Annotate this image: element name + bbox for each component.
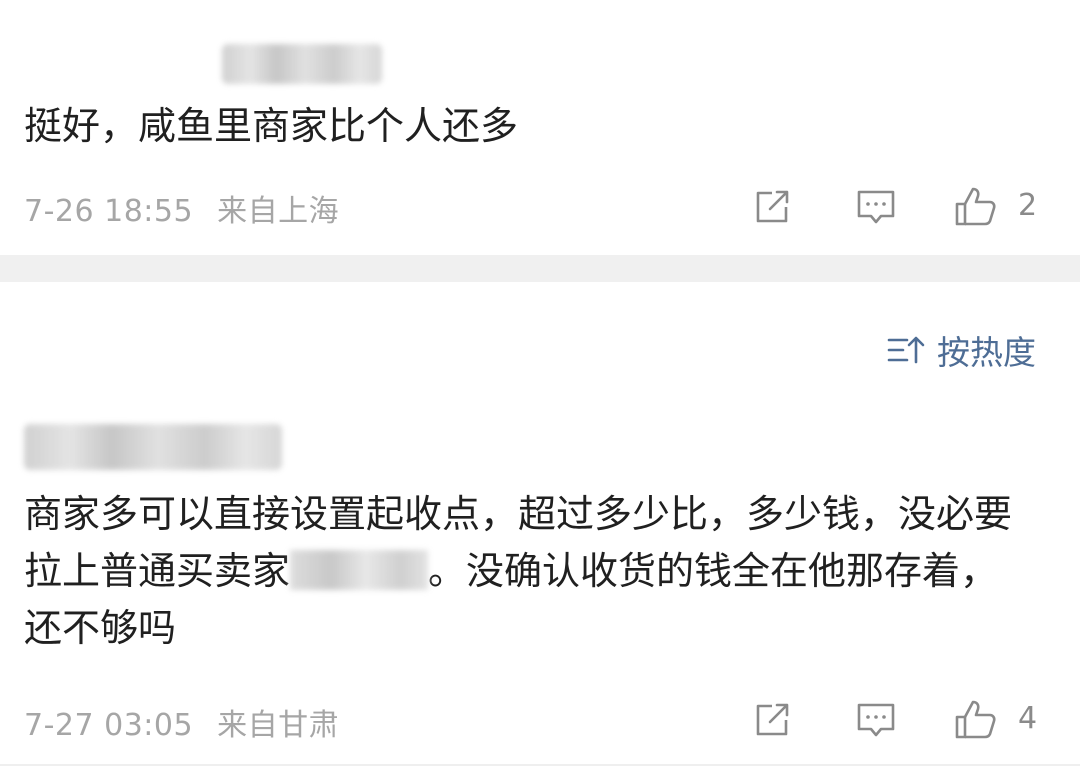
reply-icon — [857, 703, 895, 737]
redacted-text — [290, 550, 429, 590]
comment-location: 来自甘肃 — [217, 708, 340, 743]
comment-date: 7-27 03:05 — [24, 708, 194, 743]
comment-1: 挺好，咸鱼里商家比个人还多 7-26 18:55 来自上海 2 — [0, 0, 1080, 255]
comment-2: 商家多可以直接设置起收点，超过多少比，多少钱，没必要拉上普通买卖家 。没确认收货的… — [0, 400, 1080, 772]
share-button[interactable] — [749, 184, 795, 230]
like-button[interactable] — [952, 183, 998, 229]
like-count: 4 — [1018, 701, 1038, 736]
divider-line — [0, 764, 1080, 766]
reply-icon — [857, 190, 895, 224]
like-count: 2 — [1018, 188, 1038, 223]
comment-location: 来自上海 — [217, 194, 340, 229]
share-button[interactable] — [749, 697, 795, 743]
reply-button[interactable] — [853, 184, 899, 230]
thumbs-up-icon — [955, 700, 996, 739]
like-button[interactable] — [952, 696, 998, 742]
share-icon — [756, 703, 789, 736]
section-divider — [0, 255, 1080, 282]
sort-by-hotness-button[interactable]: 按热度 — [887, 326, 1036, 374]
share-icon — [756, 190, 789, 223]
comment-text: 挺好，咸鱼里商家比个人还多 — [24, 104, 519, 148]
comment-meta: 7-26 18:55 来自上海 — [24, 186, 339, 230]
comment-date: 7-26 18:55 — [24, 194, 194, 229]
thumbs-up-icon — [955, 187, 996, 226]
sort-icon — [887, 336, 925, 364]
comment-text: 商家多可以直接设置起收点，超过多少比，多少钱，没必要拉上普通买卖家 。没确认收货的… — [24, 486, 1014, 657]
reply-button[interactable] — [853, 697, 899, 743]
username-blurred[interactable] — [24, 424, 282, 470]
comment-meta: 7-27 03:05 来自甘肃 — [24, 700, 339, 744]
username-blurred[interactable] — [222, 44, 382, 84]
sort-label: 按热度 — [937, 333, 1036, 372]
